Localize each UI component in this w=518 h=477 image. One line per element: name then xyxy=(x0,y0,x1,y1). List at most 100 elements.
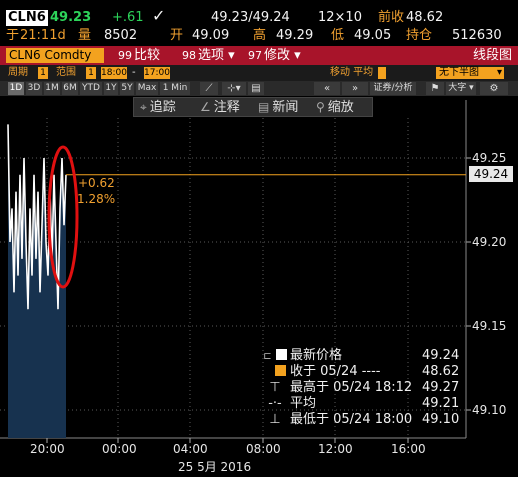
low-value: 49.05 xyxy=(354,28,392,43)
interval-select[interactable]: 1 Min ▾ xyxy=(160,82,190,106)
options-menu[interactable]: 98 选项 ▾ xyxy=(182,47,235,64)
crosshair-tool-icon: ⌖ xyxy=(140,100,147,114)
sub-chart-value: 无下半图 xyxy=(439,67,479,78)
track-button[interactable]: ⌖ 追踪 xyxy=(140,99,176,115)
table-icon[interactable]: ▤ xyxy=(248,82,264,95)
function-bar: CLN6 Comdty 99 比较 98 选项 ▾ 97 修改 ▾ 线段图 xyxy=(0,46,518,65)
ma-toggle[interactable] xyxy=(378,67,386,79)
gear-icon[interactable]: ⚙ xyxy=(480,82,508,95)
edit-menu[interactable]: 97 修改 ▾ xyxy=(248,47,301,64)
legend-label-high: 最高于 05/24 18:12 xyxy=(290,380,413,395)
legend-bracket-icon: ⊏ xyxy=(263,351,272,362)
moving-average-label[interactable]: 移动 平均 xyxy=(330,67,373,79)
volume-value: 8502 xyxy=(104,28,138,43)
open-label: 开 xyxy=(170,28,184,43)
news-button[interactable]: ▤ 新闻 xyxy=(258,99,298,115)
chevron-down-icon: ▾ xyxy=(496,67,502,78)
note-label: 注释 xyxy=(213,100,240,115)
legend-row-last[interactable]: ⊏ 最新价格 49.24 xyxy=(262,348,462,364)
tf-max[interactable]: Max xyxy=(136,82,158,95)
zoom-button[interactable]: ⚲ 缩放 xyxy=(316,99,354,115)
bid-ask-size: 12×10 xyxy=(318,10,362,25)
trend-check-icon: ✓ xyxy=(152,6,166,25)
edit-label: 修改 xyxy=(264,48,291,63)
legend-row-close[interactable]: 收于 05/24 ---- 48.62 xyxy=(262,364,462,380)
timeframe-bar: 1D 3D 1M 6M YTD 1Y 5Y Max 1 Min ▾ ⟋ ⊹▾ ▤… xyxy=(0,81,518,106)
range-dash: - xyxy=(132,67,136,78)
period-input[interactable]: 1 xyxy=(38,67,48,79)
rewind-icon[interactable]: « xyxy=(314,82,340,95)
prev-close-value: 48.62 xyxy=(406,10,444,25)
sub-chart-select[interactable]: 无下半图 ▾ xyxy=(436,67,504,79)
legend-row-high[interactable]: ⊤ 最高于 05/24 18:12 49.27 xyxy=(262,380,462,396)
legend-swatch-orange xyxy=(274,365,286,376)
y-tick-label: 49.20 xyxy=(472,235,507,249)
bid-ask: 49.23/49.24 xyxy=(211,10,290,25)
y-tick-label: 49.25 xyxy=(472,151,507,165)
high-label: 高 xyxy=(253,28,267,43)
last-price: 49.23 xyxy=(50,10,92,25)
chart-legend: ⊏ 最新价格 49.24 收于 05/24 ---- 48.62 ⊤ 最高于 0… xyxy=(262,348,462,428)
news-icon: ▤ xyxy=(258,100,270,114)
legend-value-high: 49.27 xyxy=(422,380,460,395)
legend-key-last: ⊏ xyxy=(262,348,288,365)
crosshair-icon[interactable]: ⊹▾ xyxy=(222,82,246,95)
ticker-symbol[interactable]: CLN6 xyxy=(6,10,48,26)
options-label: 选项 xyxy=(198,48,225,63)
security-analysis-button[interactable]: 证券/分析 xyxy=(370,82,416,95)
date-label: 25 5月 2016 xyxy=(178,460,252,474)
open-interest-value: 512630 xyxy=(452,28,502,43)
compare-label: 比较 xyxy=(134,48,161,63)
tf-1y[interactable]: 1Y xyxy=(104,82,118,95)
low-marker-icon: ⊥ xyxy=(269,412,281,427)
open-interest-label: 持仓 xyxy=(406,28,433,43)
legend-row-low[interactable]: ⊥ 最低于 05/24 18:00 49.10 xyxy=(262,412,462,428)
tf-3d[interactable]: 3D xyxy=(26,82,42,95)
start-time-input[interactable]: 18:00 xyxy=(101,67,127,79)
bigger-font-label: 大字 xyxy=(448,83,467,93)
options-dropdown-icon: ▾ xyxy=(224,48,235,63)
note-button[interactable]: ∠ 注释 xyxy=(200,99,240,115)
range-input[interactable]: 1 xyxy=(86,67,96,79)
options-num: 98 xyxy=(182,49,196,62)
tf-6m[interactable]: 6M xyxy=(62,82,78,95)
legend-value-close: 48.62 xyxy=(422,364,460,379)
chart-type-title: 线段图 xyxy=(472,48,512,63)
edit-num: 97 xyxy=(248,49,262,62)
tf-5y[interactable]: 5Y xyxy=(120,82,134,95)
legend-value-avg: 49.21 xyxy=(422,396,460,411)
y-tick-label: 49.15 xyxy=(472,319,507,333)
flag-icon[interactable]: ⚑ xyxy=(426,82,444,95)
edit-dropdown-icon: ▾ xyxy=(290,48,301,63)
line-chart-icon[interactable]: ⟋ xyxy=(200,82,218,95)
tf-1d[interactable]: 1D xyxy=(8,82,24,95)
tf-1m[interactable]: 1M xyxy=(44,82,60,95)
tf-ytd[interactable]: YTD xyxy=(80,82,102,95)
interval-value: 1 Min xyxy=(162,83,188,93)
legend-row-avg[interactable]: -·- 平均 49.21 xyxy=(262,396,462,412)
range-bar: 周期 1 范围 1 18:00 - 17:00 移动 平均 无下半图 ▾ xyxy=(0,65,518,81)
security-analysis-label: 证券/分析 xyxy=(373,83,413,93)
zoom-label: 缩放 xyxy=(327,100,354,115)
average-marker-icon: -·- xyxy=(268,396,282,411)
volume-label: 量 xyxy=(78,28,92,43)
current-price-tag: 49.24 xyxy=(469,166,513,182)
x-tick-label: 12:00 xyxy=(318,442,353,456)
change-percent: 1.28% xyxy=(77,192,116,206)
bigger-font-button[interactable]: 大字 ▾ xyxy=(446,82,476,95)
y-tick-label: 49.10 xyxy=(472,403,507,417)
legend-key-close xyxy=(262,364,288,380)
range-label: 范围 xyxy=(56,67,76,78)
open-value: 49.09 xyxy=(192,28,230,43)
compare-num: 99 xyxy=(118,49,132,62)
end-time-input[interactable]: 17:00 xyxy=(144,67,170,79)
prev-close-label: 前收 xyxy=(378,10,405,25)
security-field[interactable]: CLN6 Comdty xyxy=(6,48,104,63)
legend-label-last: 最新价格 xyxy=(290,348,343,363)
fast-forward-icon[interactable]: » xyxy=(342,82,368,95)
x-tick-label: 16:00 xyxy=(391,442,426,456)
high-value: 49.29 xyxy=(276,28,314,43)
compare-menu[interactable]: 99 比较 xyxy=(118,47,160,64)
quote-header: CLN6 49.23 +.61 ✓ 49.23/49.24 12×10 前收 4… xyxy=(0,0,518,46)
legend-label-low: 最低于 05/24 18:00 xyxy=(290,412,413,427)
